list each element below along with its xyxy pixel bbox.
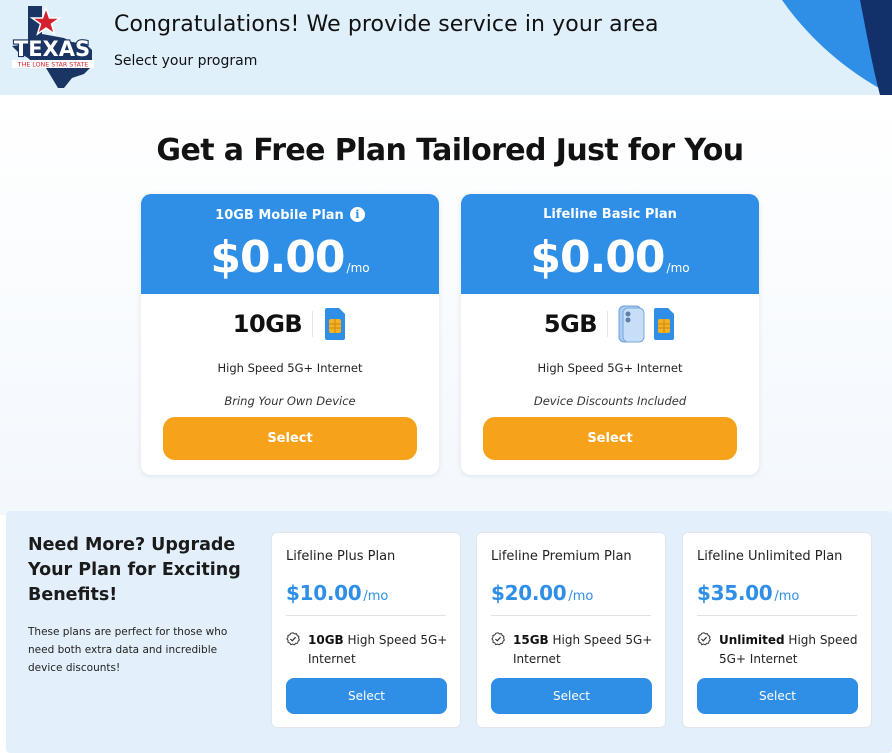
- plan-price-period: /mo: [363, 589, 389, 604]
- corner-decoration: [782, 0, 892, 95]
- plan-data-row: 10GB: [141, 306, 439, 342]
- plan-feature: High Speed 5G+ Internet: [217, 361, 363, 375]
- select-unlimited-plan-button[interactable]: Select: [697, 678, 858, 714]
- divider: [697, 615, 857, 616]
- plan-price-row: $20.00/mo: [491, 581, 593, 605]
- plan-price-row: $35.00/mo: [697, 581, 799, 605]
- check-badge-icon: [697, 632, 711, 646]
- select-premium-plan-button[interactable]: Select: [491, 678, 652, 714]
- logo-subtext: THE LONE STAR STATE: [17, 62, 89, 69]
- paid-plan-card-premium: Lifeline Premium Plan $20.00/mo 15GB Hig…: [476, 532, 666, 728]
- page-title: Congratulations! We provide service in y…: [114, 12, 659, 37]
- plan-name: 10GB Mobile Plan i: [141, 207, 439, 223]
- plan-price-period: /mo: [666, 261, 690, 275]
- plan-note: Device Discounts Included: [533, 394, 687, 408]
- divider: [312, 311, 314, 337]
- select-plus-plan-button[interactable]: Select: [286, 678, 447, 714]
- plan-feature: High Speed 5G+ Internet: [537, 361, 683, 375]
- paid-plan-card-plus: Lifeline Plus Plan $10.00/mo 10GB High S…: [271, 532, 461, 728]
- plan-data-row: 5GB: [461, 305, 759, 343]
- plan-price: $20.00: [491, 581, 567, 605]
- texas-logo: TEXAS THE LONE STAR STATE: [12, 5, 94, 88]
- plan-price: $0.00: [210, 232, 345, 283]
- plan-feature: 15GB High Speed 5G+ Internet: [513, 633, 653, 666]
- plan-price-row: $0.00/mo: [461, 232, 759, 283]
- divider: [286, 615, 446, 616]
- free-plan-card-10gb: 10GB Mobile Plan i $0.00/mo 10GB High Spe…: [141, 194, 439, 475]
- phone-icon: [618, 305, 645, 343]
- plan-feature: Unlimited High Speed 5G+ Internet: [719, 633, 858, 666]
- divider: [491, 615, 651, 616]
- select-lifeline-basic-button[interactable]: Select: [483, 417, 737, 460]
- page-header: TEXAS THE LONE STAR STATE Congratulation…: [0, 0, 892, 95]
- plan-card-header: 10GB Mobile Plan i $0.00/mo: [141, 194, 439, 294]
- check-badge-icon: [286, 632, 300, 646]
- sim-card-icon: [654, 308, 675, 340]
- plan-name: Lifeline Premium Plan: [491, 549, 632, 564]
- plan-note: Bring Your Own Device: [224, 394, 356, 408]
- check-badge-icon: [491, 632, 505, 646]
- upgrade-title: Need More? Upgrade Your Plan for Excitin…: [28, 535, 241, 605]
- plan-price-row: $0.00/mo: [141, 232, 439, 283]
- plan-card-header: Lifeline Basic Plan $0.00/mo: [461, 194, 759, 294]
- logo-text: TEXAS: [14, 37, 90, 61]
- plan-data-amount: 10GB: [232, 310, 303, 338]
- free-plan-card-lifeline-basic: Lifeline Basic Plan $0.00/mo 5GB High Sp…: [461, 194, 759, 475]
- plan-name: Lifeline Unlimited Plan: [697, 549, 843, 564]
- divider: [607, 311, 609, 337]
- plan-price: $35.00: [697, 581, 773, 605]
- plan-price-period: /mo: [568, 589, 594, 604]
- info-icon[interactable]: i: [349, 207, 365, 222]
- plan-price: $10.00: [286, 581, 362, 605]
- plan-price-period: /mo: [346, 261, 370, 275]
- plan-name: Lifeline Basic Plan: [543, 207, 677, 222]
- free-plans-headline: Get a Free Plan Tailored Just for You: [156, 133, 744, 168]
- paid-plan-card-unlimited: Lifeline Unlimited Plan $35.00/mo Unlimi…: [682, 532, 872, 728]
- plan-price-period: /mo: [774, 589, 800, 604]
- plan-feature: 10GB High Speed 5G+ Internet: [308, 633, 448, 666]
- plan-price: $0.00: [530, 232, 665, 283]
- plan-price-row: $10.00/mo: [286, 581, 388, 605]
- select-10gb-plan-button[interactable]: Select: [163, 417, 417, 460]
- plan-name: Lifeline Plus Plan: [286, 549, 396, 564]
- page-subtitle: Select your program: [114, 53, 258, 69]
- upgrade-description: These plans are perfect for those who ne…: [28, 626, 228, 674]
- plan-data-amount: 5GB: [543, 310, 598, 338]
- sim-card-icon: [325, 308, 346, 340]
